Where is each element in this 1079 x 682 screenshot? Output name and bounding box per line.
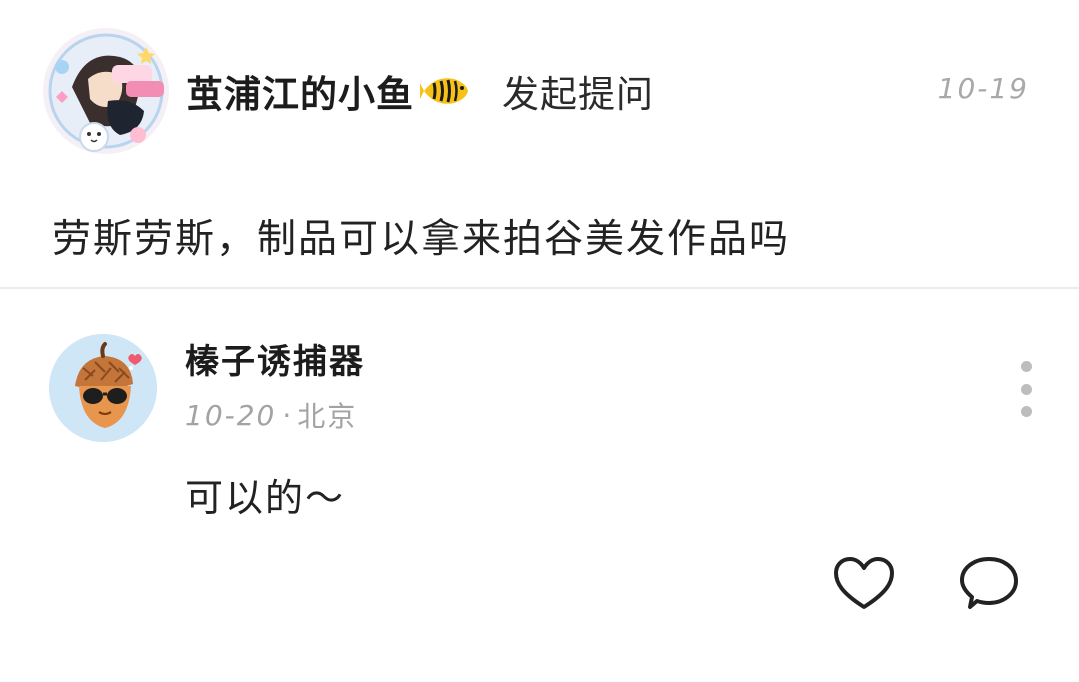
like-button[interactable] — [832, 555, 896, 615]
more-vertical-icon-dot-1 — [1020, 361, 1032, 372]
more-options-button[interactable] — [1010, 361, 1042, 417]
question-author-name[interactable]: 茧浦江的小鱼 — [186, 64, 414, 118]
question-header: 茧浦江的小鱼 发起提问 — [186, 66, 654, 116]
meta-separator: · — [282, 398, 292, 432]
comment-bubble-icon — [960, 557, 1018, 609]
comment-button[interactable] — [956, 555, 1020, 615]
answer-author-avatar[interactable] — [49, 334, 157, 442]
question-author-avatar[interactable] — [42, 27, 170, 155]
qa-page: 茧浦江的小鱼 发起提问 10-19 劳斯劳斯，制品可以拿来拍谷美发作品吗 榛子诱… — [0, 0, 1079, 682]
heart-icon — [834, 557, 894, 609]
answer-date: 10-20 — [185, 398, 277, 432]
question-text: 劳斯劳斯，制品可以拿来拍谷美发作品吗 — [52, 217, 791, 262]
question-action-label: 发起提问 — [502, 73, 654, 116]
answer-text: 可以的～ — [185, 476, 346, 520]
more-vertical-icon-dot-3 — [1020, 406, 1032, 417]
question-card: 茧浦江的小鱼 发起提问 10-19 劳斯劳斯，制品可以拿来拍谷美发作品吗 — [0, 0, 1079, 288]
answer-card: 榛子诱捕器 10-20 · 北京 可以的～ — [0, 289, 1079, 682]
acorn-avatar-illustration — [49, 334, 157, 442]
avatar-illustration — [43, 28, 169, 154]
answer-author-name[interactable]: 榛子诱捕器 — [185, 334, 365, 383]
answer-meta: 10-20 · 北京 — [185, 395, 357, 435]
answer-location: 北京 — [297, 400, 358, 433]
question-date: 10-19 — [937, 72, 1029, 105]
more-vertical-icon-dot-2 — [1020, 383, 1032, 395]
tropical-fish-icon — [420, 71, 472, 111]
